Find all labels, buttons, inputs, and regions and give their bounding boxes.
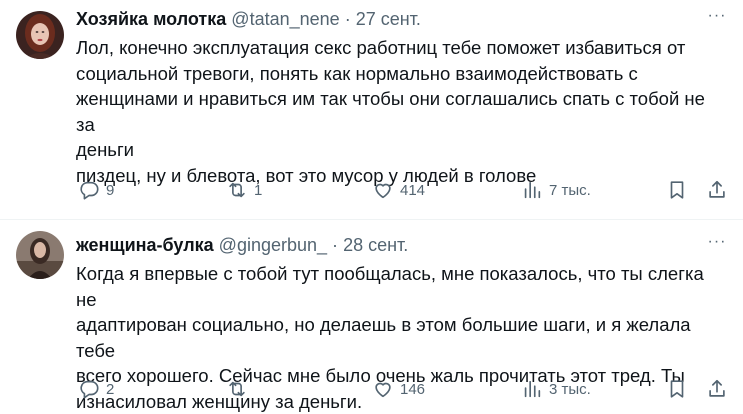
like-count: 146 — [400, 381, 425, 398]
bookmark-button[interactable] — [666, 376, 688, 402]
author-handle[interactable]: @gingerbun_ — [219, 235, 327, 255]
views-button[interactable]: 3 тыс. — [521, 376, 591, 402]
tweet-text: Лол, конечно эксплуатация секс работниц … — [76, 35, 726, 188]
tweet-text-line: женщинами и нравиться им так чтобы они с… — [76, 86, 726, 137]
bookmark-icon — [666, 378, 688, 400]
retweet-button[interactable] — [226, 376, 254, 402]
tweet-text-line: Лол, конечно эксплуатация секс работниц … — [76, 35, 726, 61]
tweet-header: женщина-булка @gingerbun_ · 28 сент. — [76, 234, 727, 256]
avatar[interactable] — [16, 11, 64, 59]
avatar-image — [16, 11, 64, 59]
author-handle[interactable]: @tatan_nene — [231, 9, 339, 29]
share-icon — [706, 179, 728, 201]
like-icon — [372, 378, 394, 400]
retweet-button[interactable]: 1 — [226, 177, 262, 203]
reply-button[interactable]: 9 — [78, 177, 114, 203]
timeline: Хозяйка молотка @tatan_nene · 27 сент. ·… — [0, 0, 743, 412]
like-count: 414 — [400, 182, 425, 199]
views-count: 7 тыс. — [549, 182, 591, 199]
reply-icon — [78, 179, 100, 201]
more-icon[interactable]: ··· — [705, 235, 729, 257]
like-button[interactable]: 414 — [372, 177, 425, 203]
separator: · — [345, 9, 351, 29]
tweet-text-line: Когда я впервые с тобой тут пообщалась, … — [76, 261, 726, 312]
retweet-icon — [226, 179, 248, 201]
tweet-date[interactable]: 27 сент. — [356, 9, 421, 29]
tweet-text-line: социальной тревоги, понять как нормально… — [76, 61, 726, 87]
share-button[interactable] — [706, 177, 728, 203]
views-count: 3 тыс. — [549, 381, 591, 398]
like-icon — [372, 179, 394, 201]
retweet-count: 1 — [254, 182, 262, 199]
views-icon — [521, 378, 543, 400]
more-icon[interactable]: ··· — [705, 9, 729, 31]
avatar[interactable] — [16, 231, 64, 279]
views-button[interactable]: 7 тыс. — [521, 177, 591, 203]
like-button[interactable]: 146 — [372, 376, 425, 402]
tweet-actions: 9 1 414 7 тыс. — [70, 177, 733, 203]
reply-count: 2 — [106, 381, 114, 398]
bookmark-button[interactable] — [666, 177, 688, 203]
bookmark-icon — [666, 179, 688, 201]
share-icon — [706, 378, 728, 400]
retweet-icon — [226, 378, 248, 400]
avatar-image — [16, 231, 64, 279]
tweet-text-line: адаптирован социально, но делаешь в этом… — [76, 312, 726, 363]
author-name[interactable]: Хозяйка молотка — [76, 9, 226, 29]
views-icon — [521, 179, 543, 201]
author-name[interactable]: женщина-булка — [76, 235, 214, 255]
reply-icon — [78, 378, 100, 400]
tweet-actions: 2 146 3 тыс. — [70, 376, 733, 402]
reply-count: 9 — [106, 182, 114, 199]
reply-button[interactable]: 2 — [78, 376, 114, 402]
tweet-text-line: деньги — [76, 137, 726, 163]
separator: · — [332, 235, 338, 255]
tweet-date[interactable]: 28 сент. — [343, 235, 408, 255]
share-button[interactable] — [706, 376, 728, 402]
tweet-header: Хозяйка молотка @tatan_nene · 27 сент. — [76, 8, 727, 30]
